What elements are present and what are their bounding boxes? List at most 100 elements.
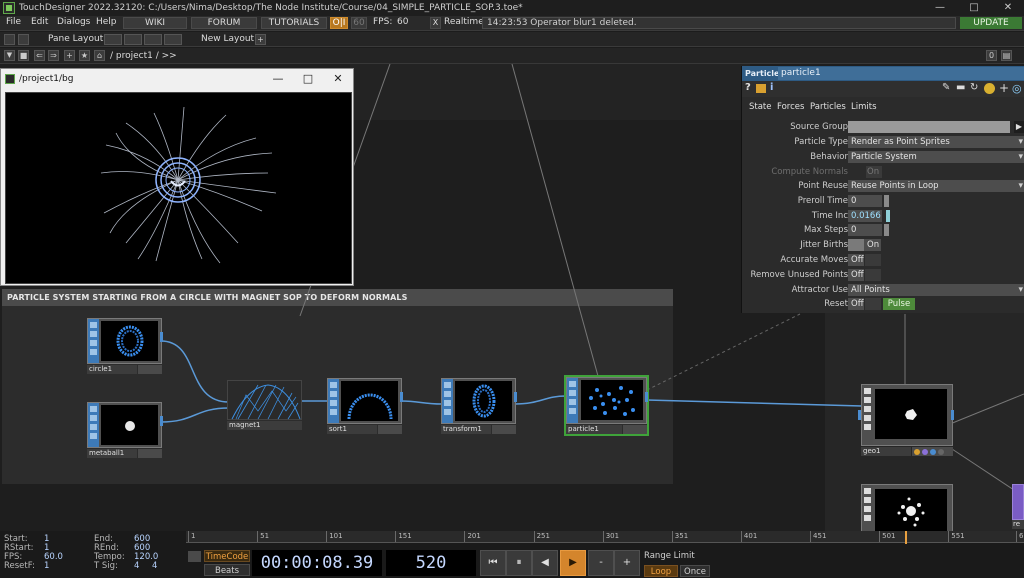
max-steps-field[interactable]: 0 [848,224,882,236]
close-button[interactable]: ✕ [992,0,1024,16]
node-label[interactable]: circle1 [87,365,137,374]
node-label[interactable]: sort1 [327,425,377,434]
time-inc-slider[interactable] [886,210,890,222]
timeline-ruler[interactable]: 151101151201251301351401451501551600 [186,531,1024,543]
operator-name-field[interactable]: particle1 [778,67,1024,80]
layout-1-icon[interactable] [104,34,122,45]
pane-options-icon[interactable]: ▤ [1001,50,1012,61]
viewer-window[interactable]: /project1/bg — □ ✕ [0,68,354,286]
step-minus-button[interactable]: - [588,550,614,576]
pane-link-icon[interactable] [18,34,29,45]
help-icon[interactable]: ? [745,82,751,93]
add-layout-button[interactable]: + [255,34,266,45]
node-sort1[interactable]: sort1 [327,378,403,436]
stop-icon[interactable]: ■ [18,50,29,61]
step-back-button[interactable]: ◀ [532,550,558,576]
point-reuse-select[interactable]: Reuse Points in Loop [848,180,1024,192]
node-label[interactable]: magnet1 [227,421,302,430]
viewer-close-button[interactable]: ✕ [325,72,351,85]
info-icon[interactable]: i [770,82,773,93]
node-magnet1[interactable]: magnet1 [227,380,302,432]
node-label[interactable]: re [1012,520,1024,529]
home-icon[interactable]: ⌂ [94,50,105,61]
beats-mode-button[interactable]: Beats [204,564,250,576]
timeline-playhead[interactable] [905,531,908,544]
timecode-display[interactable]: 00:00:08.39 [252,550,382,576]
reset-pulse-button[interactable]: Pulse [883,298,915,310]
layout-4-icon[interactable] [164,34,182,45]
remove-unused-toggle[interactable]: Off [848,269,864,281]
rewind-button[interactable]: ⏮ [480,550,506,576]
behavior-select[interactable]: Particle System [848,151,1024,163]
node-circle1[interactable]: circle1 [87,318,163,376]
add-parameter-icon[interactable]: + [999,81,1009,95]
particle-type-select[interactable]: Render as Point Sprites [848,136,1024,148]
node-metaball1[interactable]: metaball1 [87,402,163,460]
menu-edit[interactable]: Edit [31,17,48,27]
reset-toggle[interactable]: Off [848,298,864,310]
node-label[interactable]: geo1 [861,447,911,456]
python-icon[interactable] [984,83,995,94]
source-group-field[interactable] [848,121,1010,133]
attractor-use-select[interactable]: All Points [848,284,1024,296]
back-icon[interactable]: ⇐ [34,50,45,61]
loop-button[interactable]: Loop [644,565,678,577]
step-plus-button[interactable]: + [614,550,640,576]
edit-icon[interactable]: ✎ [942,82,950,93]
minimize-button[interactable]: — [924,0,956,16]
tutorials-button[interactable]: TUTORIALS [261,17,327,29]
node-particle1[interactable]: particle1 [564,375,649,436]
network-path[interactable]: / project1 / >> [110,51,177,61]
fps-target[interactable]: 60 [351,17,367,29]
pane-split-icon[interactable] [4,34,15,45]
node-geo1[interactable]: geo1 [858,384,954,460]
preroll-time-field[interactable]: 0 [848,195,882,207]
layout-3-icon[interactable] [144,34,162,45]
max-steps-slider[interactable] [884,224,889,236]
timecode-mode-button[interactable]: TimeCode [204,550,250,562]
viewer-canvas[interactable] [5,92,352,284]
frame-display[interactable]: 520 [386,550,476,576]
once-button[interactable]: Once [680,565,710,577]
python-help-icon[interactable] [756,84,766,93]
tab-limits[interactable]: Limits [851,102,877,112]
update-button[interactable]: UPDATE [960,17,1022,29]
comment-icon[interactable]: ▬ [956,82,965,93]
realtime-checkbox[interactable]: X [430,17,441,29]
preroll-time-slider[interactable] [884,195,889,207]
menu-dialogs[interactable]: Dialogs [57,17,90,27]
forum-button[interactable]: FORUM [191,17,257,29]
jitter-births-toggle[interactable]: On [864,239,881,251]
play-button[interactable]: ▶ [560,550,586,576]
node-label[interactable]: metaball1 [87,449,137,458]
node-render[interactable] [861,484,953,531]
path-zero-button[interactable]: 0 [986,50,997,61]
node-re[interactable]: re [1012,484,1024,530]
tab-forces[interactable]: Forces [777,102,804,112]
compute-normals-toggle[interactable]: On [866,166,882,178]
new-layout-label[interactable]: New Layout [201,34,254,44]
pane-menu-icon[interactable]: ▼ [4,50,15,61]
node-label[interactable]: particle1 [566,425,622,434]
language-icon[interactable]: ↻ [970,82,978,93]
source-group-menu-icon[interactable]: ▶ [1014,121,1024,133]
tab-state[interactable]: State [749,102,772,112]
layout-2-icon[interactable] [124,34,142,45]
pause-button[interactable]: ⏸ [506,550,532,576]
target-icon[interactable]: ◎ [1012,82,1022,95]
star-icon[interactable]: ★ [79,50,90,61]
node-transform1[interactable]: transform1 [441,378,517,436]
perform-mode-button[interactable]: O|I [330,17,348,29]
wiki-button[interactable]: WIKI [123,17,187,29]
menu-file[interactable]: File [6,17,21,27]
parameter-panel[interactable]: Particle particle1 ? i ✎ ▬ ↻ + ◎ State F… [741,66,1024,313]
viewer-minimize-button[interactable]: — [265,72,291,85]
menu-help[interactable]: Help [96,17,117,27]
accurate-moves-toggle[interactable]: Off [848,254,864,266]
tab-particles[interactable]: Particles [810,102,846,112]
node-label[interactable]: transform1 [441,425,491,434]
add-icon[interactable]: + [64,50,75,61]
viewer-maximize-button[interactable]: □ [295,72,321,85]
time-inc-field[interactable]: 0.0166 [848,210,882,222]
forward-icon[interactable]: ⇒ [48,50,59,61]
